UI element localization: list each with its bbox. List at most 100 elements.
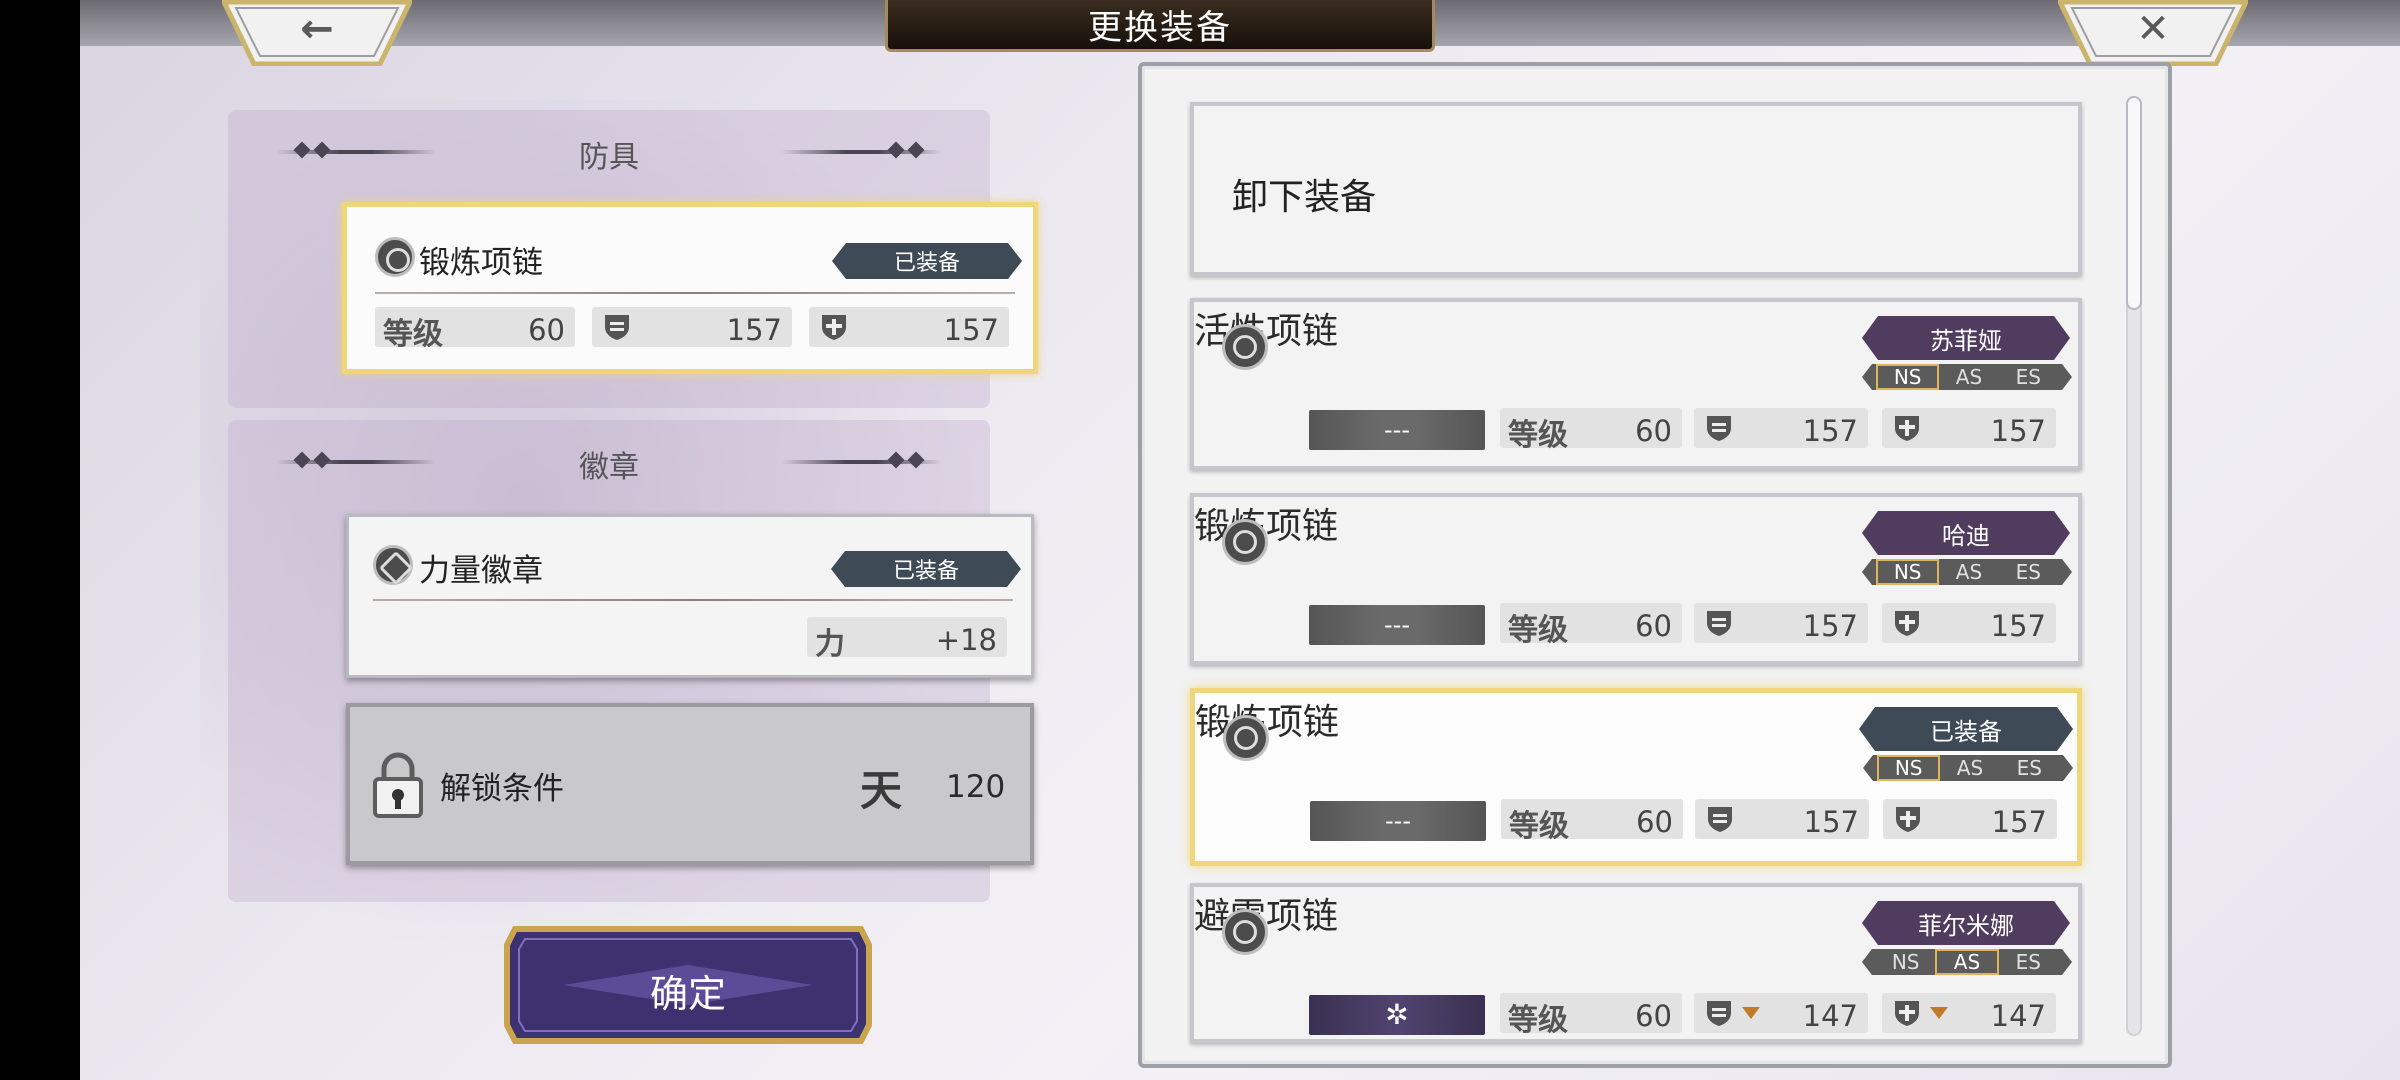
level-label: 等级: [383, 317, 443, 352]
skill-slot: ---: [1309, 605, 1485, 645]
shield-icon: [605, 315, 629, 340]
level-label: 等级: [1509, 809, 1569, 844]
strength-label: 力: [815, 627, 845, 662]
level-value: 60: [1635, 609, 1672, 643]
confirm-button-label: 确定: [649, 972, 726, 1016]
badge-section-title: 徽章: [579, 450, 639, 485]
armor-section-title: 防具: [579, 140, 639, 175]
unlock-condition-label: 解锁条件: [440, 771, 564, 807]
ornament-right: [782, 150, 942, 154]
armor-item-name: 锻炼项链: [419, 245, 543, 281]
physical-defense-stat: 157: [1694, 408, 1868, 448]
necklace-icon: [375, 237, 415, 277]
decrease-arrow-icon: [1742, 1007, 1760, 1019]
level-value: 60: [1636, 805, 1673, 839]
unequip-label: 卸下装备: [1232, 177, 1377, 218]
physical-defense-stat: 157: [592, 307, 792, 347]
equipment-item-2[interactable]: 锻炼项链 哈迪 NS AS ES --- 等级 60 157 157: [1190, 493, 2082, 665]
armor-slot-card[interactable]: 锻炼项链 已装备 等级 60 157 157: [342, 202, 1038, 374]
confirm-button[interactable]: 确定: [503, 925, 873, 1045]
level-stat: 等级 60: [375, 307, 575, 352]
as-label: AS: [1956, 756, 1984, 780]
badge-slot-card[interactable]: 力量徽章 已装备 力 +18: [346, 514, 1034, 678]
owner-tag-label: 哈迪: [1942, 521, 1990, 550]
unlock-requirement-value: 120: [946, 769, 1006, 805]
ornament-right: [782, 460, 942, 464]
physical-defense-stat: 157: [1695, 799, 1869, 839]
magic-defense-value: 147: [1990, 999, 2046, 1033]
magic-defense-stat: 157: [809, 307, 1009, 347]
cross-shield-icon: [1895, 416, 1919, 441]
physical-defense-value: 157: [1802, 414, 1858, 448]
badge-item-name: 力量徽章: [419, 553, 543, 589]
equipment-item-3[interactable]: 锻炼项链 已装备 NS AS ES --- 等级 60 157 157: [1190, 688, 2082, 866]
close-button[interactable]: ✕: [2058, 0, 2248, 66]
shield-icon: [1707, 416, 1731, 441]
magic-defense-value: 157: [1990, 414, 2046, 448]
equipped-tag: 已装备: [832, 243, 1022, 279]
es-label: ES: [2016, 756, 2042, 780]
level-value: 60: [528, 313, 565, 347]
divider: [375, 292, 1015, 294]
magic-defense-value: 157: [943, 313, 999, 347]
lock-icon: [373, 752, 423, 818]
physical-defense-value: 157: [1802, 609, 1858, 643]
skill-slot: ---: [1310, 801, 1486, 841]
shield-icon: [1708, 807, 1732, 832]
level-label: 等级: [1508, 613, 1568, 648]
necklace-icon: [1222, 909, 1268, 955]
cross-shield-icon: [1895, 1001, 1919, 1026]
magic-defense-stat: 147: [1882, 993, 2056, 1033]
ns-label: NS: [1876, 364, 1940, 390]
level-value: 60: [1635, 999, 1672, 1033]
close-icon: ✕: [2136, 6, 2170, 52]
list-scrollbar-thumb[interactable]: [2126, 96, 2142, 310]
ornament-left: [276, 150, 436, 154]
ns-as-es-indicator: NS AS ES: [1862, 364, 2072, 390]
es-label: ES: [2015, 560, 2041, 584]
locked-slot-card[interactable]: 解锁条件 天 120: [346, 703, 1034, 865]
owner-tag-label: 苏菲娅: [1930, 326, 2002, 355]
equipped-tag-label: 已装备: [892, 559, 959, 584]
necklace-icon: [1222, 324, 1268, 370]
es-label: ES: [2015, 365, 2041, 389]
ornament-left: [276, 460, 436, 464]
shield-icon: [1707, 611, 1731, 636]
physical-defense-value: 157: [726, 313, 782, 347]
necklace-icon: [1222, 519, 1268, 565]
cross-shield-icon: [822, 315, 846, 340]
shield-icon: [1707, 1001, 1731, 1026]
equipment-item-4[interactable]: 避雷项链 菲尔米娜 NS AS ES ✲ 等级 60 147 147: [1190, 883, 2082, 1043]
strength-stat: 力 +18: [807, 617, 1007, 662]
as-label: AS: [1935, 949, 1999, 975]
owner-tag: 苏菲娅: [1862, 316, 2070, 360]
unequip-card[interactable]: 卸下装备: [1190, 102, 2082, 276]
equipment-item-1[interactable]: 活性项链 苏菲娅 NS AS ES --- 等级 60 157 157: [1190, 298, 2082, 470]
owner-tag: 哈迪: [1862, 511, 2070, 555]
equipped-tag: 已装备: [831, 551, 1021, 587]
magic-defense-stat: 157: [1882, 408, 2056, 448]
back-arrow-icon: ←: [300, 6, 334, 52]
level-stat: 等级 60: [1500, 603, 1682, 648]
level-label: 等级: [1508, 418, 1568, 453]
skill-slot: ---: [1309, 410, 1485, 450]
es-label: ES: [2015, 950, 2041, 974]
badge-section-header: 徽章: [228, 442, 990, 485]
magic-defense-value: 157: [1991, 805, 2047, 839]
armor-section-header: 防具: [228, 132, 990, 175]
cross-shield-icon: [1895, 611, 1919, 636]
ns-as-es-indicator: NS AS ES: [1862, 559, 2072, 585]
ns-label: NS: [1877, 755, 1941, 781]
magic-defense-value: 157: [1990, 609, 2046, 643]
page-title: 更换装备: [1088, 8, 1232, 48]
back-button[interactable]: ←: [222, 0, 412, 66]
awakening-icon: 天: [860, 766, 903, 815]
equipped-tag: 已装备: [1859, 707, 2073, 751]
badge-icon: [373, 545, 413, 585]
owner-tag-label: 菲尔米娜: [1918, 911, 2014, 940]
level-value: 60: [1635, 414, 1672, 448]
owner-tag: 菲尔米娜: [1862, 901, 2070, 945]
divider: [373, 599, 1013, 601]
level-stat: 等级 60: [1500, 408, 1682, 453]
level-label: 等级: [1508, 1003, 1568, 1038]
